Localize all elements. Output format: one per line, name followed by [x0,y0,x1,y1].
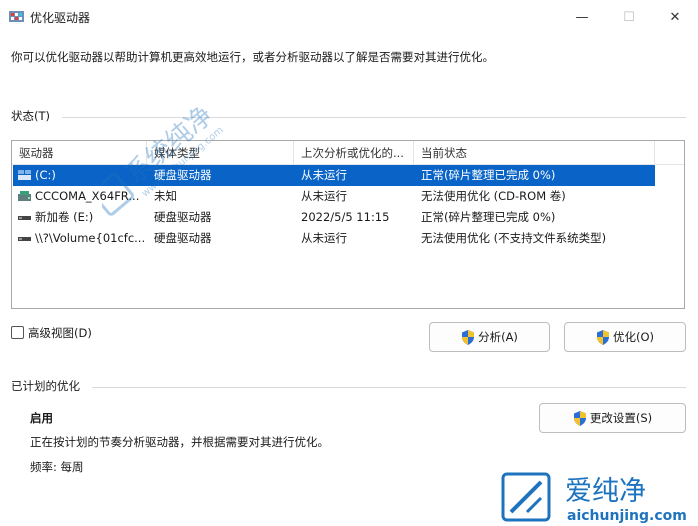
schedule-status: 启用 [30,411,53,425]
maximize-icon: ☐ [623,9,635,25]
shield-icon [596,329,609,345]
drive-name: (C:) [35,168,56,182]
table-row[interactable]: \\?\Volume{01cfc... 硬盘驱动器 从未运行 无法使用优化 (不… [13,228,655,249]
cdrom-drive-icon [18,191,31,201]
advanced-view-checkbox[interactable] [11,326,24,339]
column-header-drive[interactable]: 驱动器 [12,141,147,165]
last-run: 从未运行 [301,189,347,203]
watermark-corner-brand: 爱纯净 [565,476,646,507]
close-icon: ✕ [669,9,681,25]
hard-drive-icon [18,237,31,241]
drive-name: \\?\Volume{01cfc... [35,231,145,245]
analyze-button[interactable]: 分析(A) [429,322,550,352]
scheduled-divider [92,387,686,388]
watermark-corner: 爱纯净 aichunjing.com [501,472,687,524]
drive-list-header: 驱动器 媒体类型 上次分析或优化的... 当前状态 [12,141,684,165]
current-status: 无法使用优化 (不支持文件系统类型) [421,231,607,245]
table-row[interactable]: CCCOMA_X64FR... 未知 从未运行 无法使用优化 (CD-ROM 卷… [13,186,655,207]
column-header-last-run[interactable]: 上次分析或优化的... [294,141,414,165]
scheduled-section-label: 已计划的优化 [11,379,80,393]
watermark-corner-url: aichunjing.com [567,508,687,524]
current-status: 正常(碎片整理已完成 0%) [421,168,556,182]
intro-text: 你可以优化驱动器以帮助计算机更高效地运行，或者分析驱动器以了解是否需要对其进行优… [11,50,494,64]
table-row[interactable]: (C:) 硬盘驱动器 从未运行 正常(碎片整理已完成 0%) [13,165,655,186]
window-title: 优化驱动器 [30,11,91,25]
maximize-button[interactable]: ☐ [606,0,652,34]
schedule-description: 正在按计划的节奏分析驱动器，并根据需要对其进行优化。 [30,435,329,449]
optimize-button[interactable]: 优化(O) [564,322,686,352]
drive-list[interactable]: 驱动器 媒体类型 上次分析或优化的... 当前状态 (C:) 硬盘驱动器 从未运… [11,140,685,309]
shield-icon [462,329,475,345]
last-run: 从未运行 [301,231,347,245]
system-drive-icon [18,170,31,180]
last-run: 从未运行 [301,168,347,182]
optimize-button-label: 优化(O) [612,330,655,344]
hard-drive-icon [18,216,31,220]
status-section-label: 状态(T) [11,109,50,123]
minimize-button[interactable]: — [559,0,605,34]
advanced-view-label[interactable]: 高级视图(D) [28,325,92,341]
media-type: 硬盘驱动器 [154,168,212,182]
media-type: 硬盘驱动器 [154,231,212,245]
table-row[interactable]: 新加卷 (E:) 硬盘驱动器 2022/5/5 11:15 正常(碎片整理已完成… [13,207,655,228]
media-type: 未知 [154,189,177,203]
status-divider [62,117,686,118]
schedule-frequency: 频率: 每周 [30,460,84,474]
change-settings-button[interactable]: 更改设置(S) [539,403,686,433]
column-header-media-type[interactable]: 媒体类型 [147,141,294,165]
drive-name: 新加卷 (E:) [35,210,94,224]
change-settings-button-label: 更改设置(S) [589,411,653,425]
title-bar: 优化驱动器 — ☐ ✕ [0,0,698,34]
media-type: 硬盘驱动器 [154,210,212,224]
current-status: 无法使用优化 (CD-ROM 卷) [421,189,566,203]
current-status: 正常(碎片整理已完成 0%) [421,210,556,224]
defrag-app-icon [9,11,24,22]
last-run: 2022/5/5 11:15 [301,210,390,224]
shield-icon [573,410,586,426]
column-header-current-status[interactable]: 当前状态 [414,141,655,165]
close-button[interactable]: ✕ [652,0,698,34]
minimize-icon: — [575,9,589,25]
analyze-button-label: 分析(A) [478,330,518,344]
drive-name: CCCOMA_X64FR... [35,189,140,203]
